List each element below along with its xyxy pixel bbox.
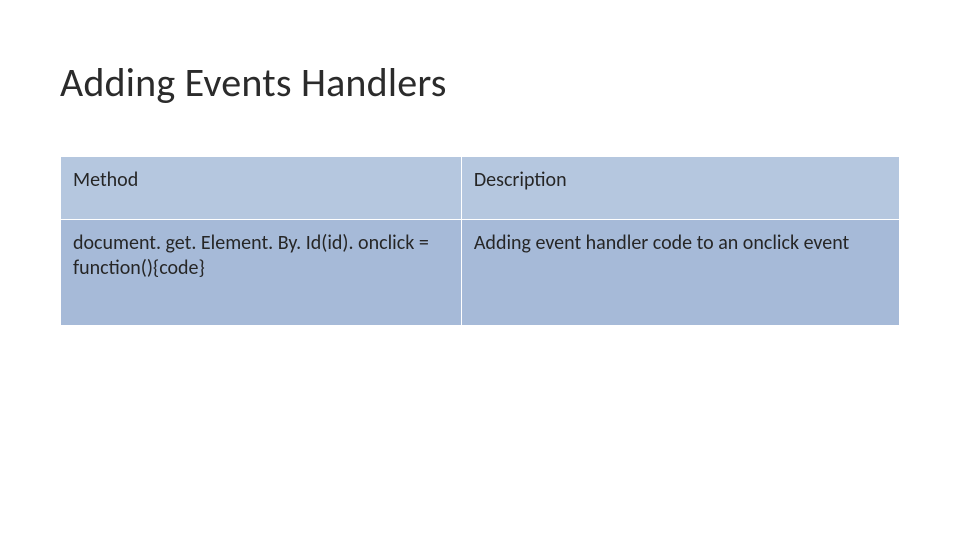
header-description: Description [461,157,899,220]
table-header-row: Method Description [61,157,900,220]
header-method: Method [61,157,462,220]
events-table: Method Description document. get. Elemen… [60,156,900,326]
table-row: document. get. Element. By. Id(id). oncl… [61,220,900,326]
slide-title: Adding Events Handlers [60,58,447,107]
cell-description: Adding event handler code to an onclick … [461,220,899,326]
slide: Adding Events Handlers Method Descriptio… [0,0,960,540]
cell-method: document. get. Element. By. Id(id). oncl… [61,220,462,326]
